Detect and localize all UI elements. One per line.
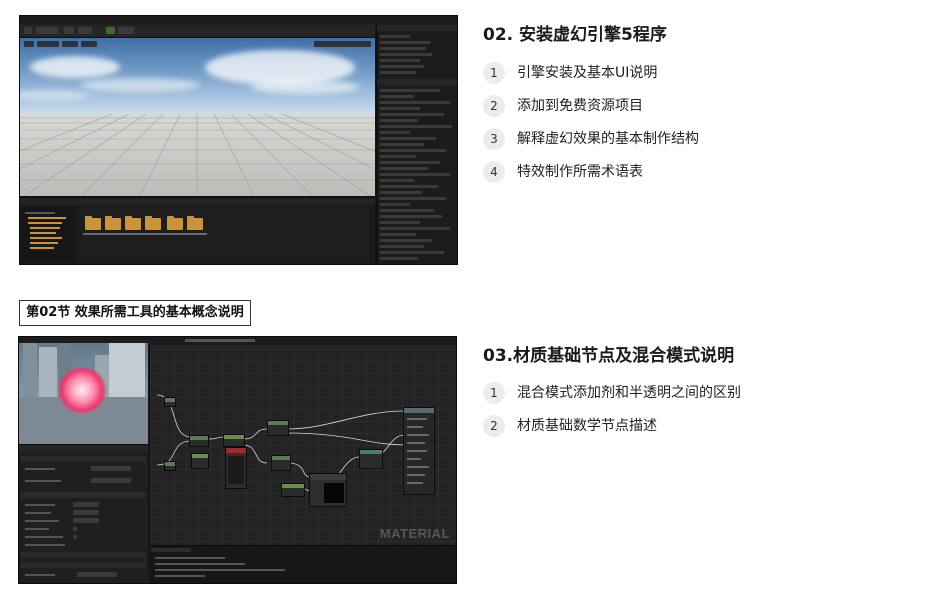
folder-icon[interactable]: [105, 216, 121, 230]
viewport-menu-button[interactable]: [24, 41, 34, 47]
item-number-badge: 3: [483, 128, 505, 150]
lit-button[interactable]: [62, 41, 78, 47]
material-editor-screenshot: MATERIAL: [18, 336, 457, 584]
graph-node[interactable]: [267, 420, 289, 436]
graph-node[interactable]: [271, 455, 291, 471]
chapter-label: 第02节 效果所需工具的基本概念说明: [19, 300, 251, 326]
transform-snap-tools[interactable]: [314, 41, 371, 47]
graph-node[interactable]: [164, 397, 176, 407]
graph-node[interactable]: [225, 447, 247, 489]
select-mode-button[interactable]: [36, 27, 58, 34]
item-number-badge: 2: [483, 415, 505, 437]
folder-icon[interactable]: [85, 216, 101, 230]
graph-node[interactable]: [281, 483, 305, 497]
graph-node[interactable]: [189, 435, 209, 447]
item-number-badge: 2: [483, 95, 505, 117]
add-button[interactable]: [64, 27, 74, 34]
content-browser: [20, 197, 375, 264]
folder-icon[interactable]: [145, 216, 161, 230]
stats-panel: [149, 545, 456, 583]
section-title: 03.材质基础节点及混合模式说明: [483, 346, 735, 366]
folder-icon[interactable]: [167, 216, 183, 230]
material-preview-viewport[interactable]: [19, 337, 148, 444]
material-details-panel: [19, 444, 148, 583]
list-item-text: 引擎安装及基本UI说明: [517, 65, 658, 81]
item-number-badge: 1: [483, 382, 505, 404]
play-button[interactable]: [106, 27, 115, 34]
graph-watermark: MATERIAL: [379, 526, 450, 541]
graph-node[interactable]: [164, 461, 176, 471]
show-button[interactable]: [81, 41, 97, 47]
list-item-text: 混合模式添加剂和半透明之间的区别: [517, 385, 741, 401]
viewport-toolbar: [24, 41, 371, 48]
folder-icon[interactable]: [125, 216, 141, 230]
graph-node[interactable]: [191, 453, 209, 469]
level-viewport[interactable]: [20, 38, 375, 196]
mode-button[interactable]: [24, 27, 32, 34]
section-title: 02. 安装虚幻引擎5程序: [483, 25, 667, 45]
list-item-text: 解释虚幻效果的基本制作结构: [517, 131, 699, 147]
list-item-text: 材质基础数学节点描述: [517, 418, 657, 434]
unreal-editor-screenshot: [19, 15, 458, 265]
list-item-text: 特效制作所需术语表: [517, 164, 643, 180]
item-number-badge: 4: [483, 161, 505, 183]
material-output-node[interactable]: [403, 407, 435, 495]
item-number-badge: 1: [483, 62, 505, 84]
editor-toolbar: [20, 25, 375, 38]
graph-node[interactable]: [359, 449, 383, 469]
list-item-text: 添加到免费资源项目: [517, 98, 643, 114]
sky: [20, 38, 375, 114]
graph-node[interactable]: [223, 434, 245, 447]
graph-node[interactable]: [309, 473, 347, 507]
blueprint-button[interactable]: [78, 27, 92, 34]
editor-menubar: [20, 16, 457, 25]
perspective-button[interactable]: [37, 41, 59, 47]
tiled-floor: [20, 114, 375, 196]
platforms-button[interactable]: [118, 27, 134, 34]
glowing-sphere: [57, 367, 107, 413]
folder-icon[interactable]: [187, 216, 203, 230]
outliner-details-panel: [376, 25, 457, 264]
